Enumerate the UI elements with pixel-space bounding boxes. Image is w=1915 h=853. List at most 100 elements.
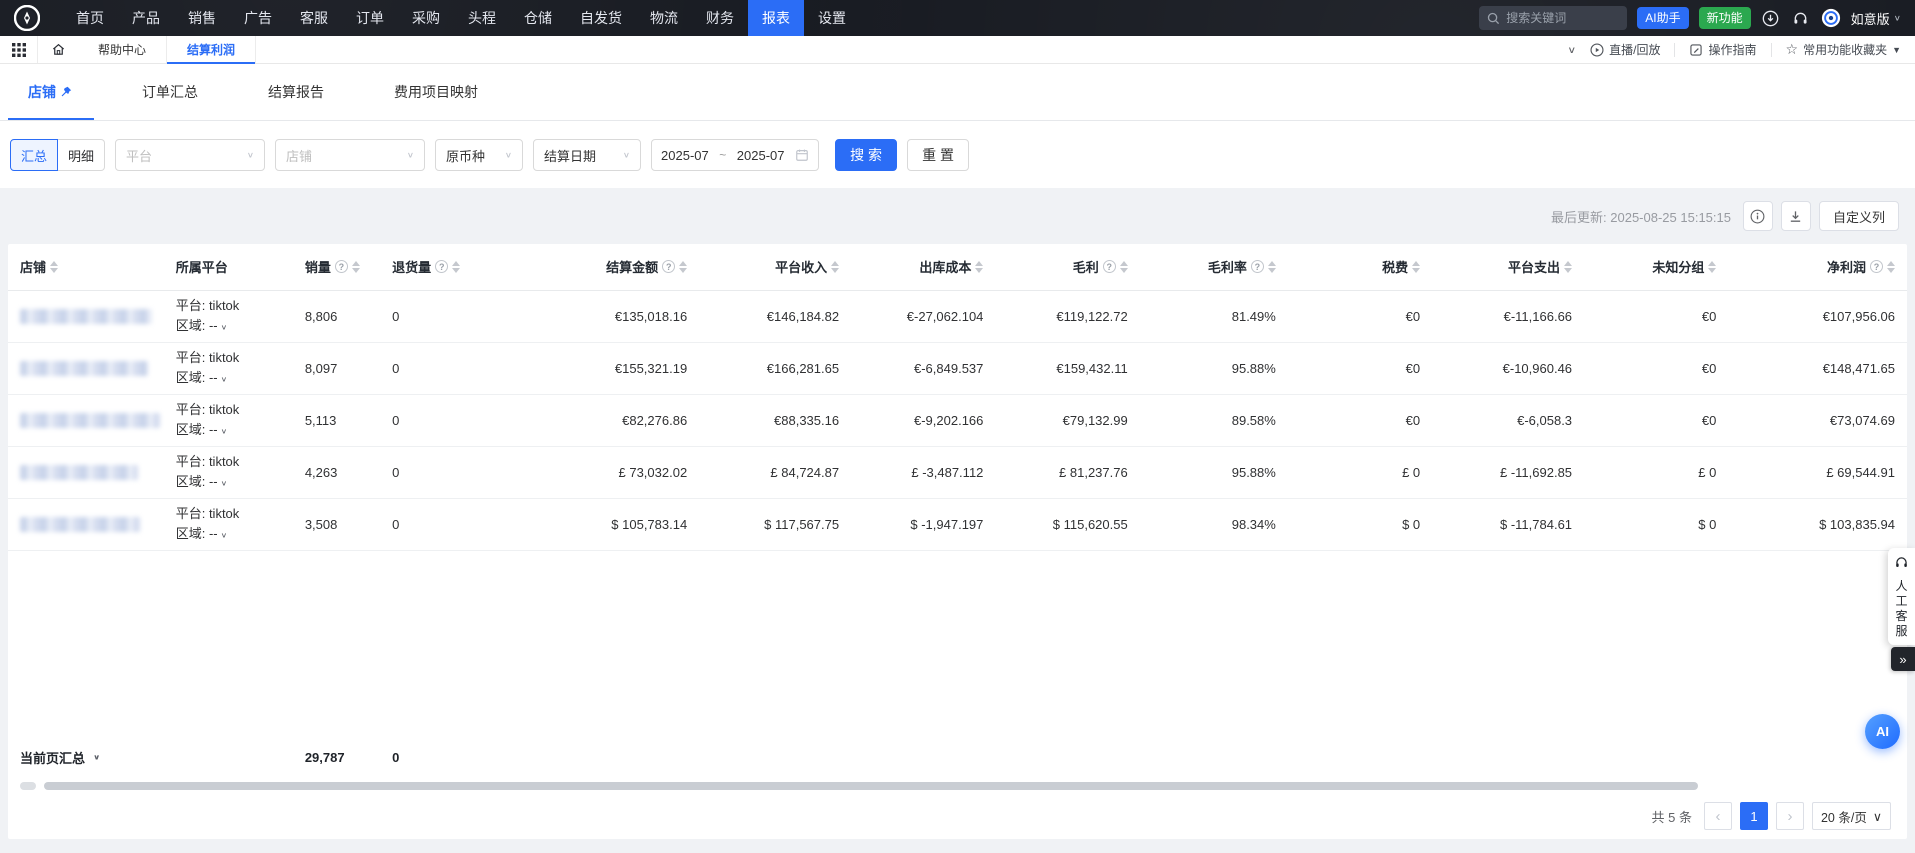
col-label-platform: 所属平台 (176, 257, 228, 276)
global-search[interactable] (1479, 6, 1627, 30)
store-name-redacted[interactable] (20, 413, 160, 428)
toggle-summary[interactable]: 汇总 (10, 139, 58, 171)
version-menu[interactable]: 如意版 ∨ (1851, 9, 1901, 28)
sort-icon-store[interactable] (50, 261, 58, 273)
scrollbar-thumb[interactable] (44, 782, 1698, 790)
col-label-sales: 销量 (305, 257, 331, 276)
date-type-select[interactable]: 结算日期 ∨ (533, 139, 641, 171)
ai-floating-button[interactable]: AI (1865, 714, 1900, 749)
info-button[interactable] (1743, 201, 1773, 231)
page-tab-1[interactable]: 订单汇总 (142, 64, 198, 120)
cell-settlement: €155,321.19 (498, 342, 699, 394)
page-tab-label-1: 订单汇总 (142, 82, 198, 102)
sort-icon-tax[interactable] (1412, 261, 1420, 273)
nav-item-3[interactable]: 广告 (230, 0, 286, 36)
collapse-sidebar-button[interactable]: » (1891, 647, 1915, 671)
sort-icon-unknown[interactable] (1708, 261, 1716, 273)
live-replay-link[interactable]: 直播/回放 (1590, 41, 1660, 58)
tab-help-center[interactable]: 帮助中心 (78, 36, 166, 63)
sort-icon-income[interactable] (831, 261, 839, 273)
favorites-menu[interactable]: ☆ 常用功能收藏夹 ▼ (1786, 41, 1902, 58)
page-tab-0[interactable]: 店铺 (28, 64, 72, 120)
guide-link[interactable]: 操作指南 (1689, 41, 1756, 58)
sort-icon-sales[interactable] (352, 261, 360, 273)
toggle-detail[interactable]: 明细 (58, 139, 105, 171)
sort-down-icon (975, 268, 983, 273)
chevron-down-icon[interactable]: ∨ (221, 527, 228, 543)
next-page-button[interactable]: › (1776, 802, 1804, 830)
nav-item-13[interactable]: 设置 (804, 0, 860, 36)
avatar[interactable] (1821, 8, 1841, 28)
sort-icon-gross[interactable] (1120, 261, 1128, 273)
export-button[interactable] (1781, 201, 1811, 231)
nav-item-4[interactable]: 客服 (286, 0, 342, 36)
date-to-value[interactable]: 2025-07 (737, 148, 785, 163)
sort-icon-expense[interactable] (1564, 261, 1572, 273)
table-row: 平台: tiktok区域: --∨4,2630£ 73,032.02£ 84,7… (8, 446, 1907, 498)
summary-label[interactable]: 当前页汇总∨ (20, 748, 100, 767)
page-tab-2[interactable]: 结算报告 (268, 64, 324, 120)
nav-item-8[interactable]: 仓储 (510, 0, 566, 36)
date-range-picker[interactable]: 2025-07 ~ 2025-07 (651, 139, 819, 171)
currency-select[interactable]: 原币种 ∨ (435, 139, 523, 171)
help-icon-gross[interactable]: ? (1103, 260, 1116, 273)
nav-item-6[interactable]: 采购 (398, 0, 454, 36)
human-service-button[interactable]: 人工客服 (1888, 548, 1915, 645)
sort-icon-net[interactable] (1887, 261, 1895, 273)
tabs-overflow-chevron-icon[interactable]: ∨ (1567, 44, 1576, 55)
sort-icon-cost[interactable] (975, 261, 983, 273)
prev-page-button[interactable]: ‹ (1704, 802, 1732, 830)
help-icon-settlement[interactable]: ? (662, 260, 675, 273)
page-tab-3[interactable]: 费用项目映射 (394, 64, 478, 120)
date-from-value[interactable]: 2025-07 (661, 148, 709, 163)
app-grid-icon[interactable] (0, 36, 38, 63)
store-name-redacted[interactable] (20, 309, 152, 324)
tab-settlement-profit[interactable]: 结算利润 (166, 36, 256, 63)
store-name-redacted[interactable] (20, 361, 148, 376)
nav-item-7[interactable]: 头程 (454, 0, 510, 36)
home-icon[interactable] (38, 36, 78, 63)
nav-item-10[interactable]: 物流 (636, 0, 692, 36)
nav-item-0[interactable]: 首页 (62, 0, 118, 36)
cell-tax: €0 (1288, 394, 1432, 446)
updates-download-icon[interactable] (1761, 8, 1781, 28)
date-separator: ~ (719, 148, 726, 162)
current-page-button[interactable]: 1 (1740, 802, 1768, 830)
nav-item-1[interactable]: 产品 (118, 0, 174, 36)
chevron-down-icon[interactable]: ∨ (221, 475, 228, 491)
horizontal-scrollbar[interactable] (18, 782, 1897, 791)
search-input[interactable] (1506, 11, 1616, 25)
platform-select[interactable]: 平台 ∨ (115, 139, 265, 171)
sort-icon-gross_rate[interactable] (1268, 261, 1276, 273)
sort-icon-settlement[interactable] (679, 261, 687, 273)
ai-assistant-button[interactable]: AI助手 (1637, 7, 1688, 29)
help-icon-net[interactable]: ? (1870, 260, 1883, 273)
nav-item-2[interactable]: 销售 (174, 0, 230, 36)
nav-item-11[interactable]: 财务 (692, 0, 748, 36)
nav-item-12[interactable]: 报表 (748, 0, 804, 36)
headset-support-icon[interactable] (1791, 8, 1811, 28)
store-select[interactable]: 店铺 ∨ (275, 139, 425, 171)
store-name-redacted[interactable] (20, 517, 140, 532)
sort-down-icon (1268, 268, 1276, 273)
help-icon-returns[interactable]: ? (435, 260, 448, 273)
platform-label: 平台: (176, 298, 209, 313)
sort-icon-returns[interactable] (452, 261, 460, 273)
cell-sales: 3,508 (293, 498, 380, 550)
store-name-redacted[interactable] (20, 465, 138, 480)
new-features-button[interactable]: 新功能 (1699, 7, 1751, 29)
nav-item-9[interactable]: 自发货 (566, 0, 636, 36)
chevron-down-icon[interactable]: ∨ (221, 319, 228, 335)
chevron-down-icon[interactable]: ∨ (221, 371, 228, 387)
customize-columns-button[interactable]: 自定义列 (1819, 201, 1899, 231)
chevron-down-icon[interactable]: ∨ (221, 423, 228, 439)
search-button[interactable]: 搜 索 (835, 139, 897, 171)
reset-button[interactable]: 重 置 (907, 139, 969, 171)
data-table-panel: 店铺所属平台销量?退货量?结算金额?平台收入出库成本毛利?毛利率?税费平台支出未… (8, 244, 1907, 839)
nav-item-5[interactable]: 订单 (342, 0, 398, 36)
page-size-value: 20 条/页 (1821, 807, 1867, 826)
help-icon-gross_rate[interactable]: ? (1251, 260, 1264, 273)
help-icon-sales[interactable]: ? (335, 260, 348, 273)
chevron-down-icon: ∨ (497, 151, 512, 160)
page-size-select[interactable]: 20 条/页 ∨ (1812, 802, 1891, 830)
